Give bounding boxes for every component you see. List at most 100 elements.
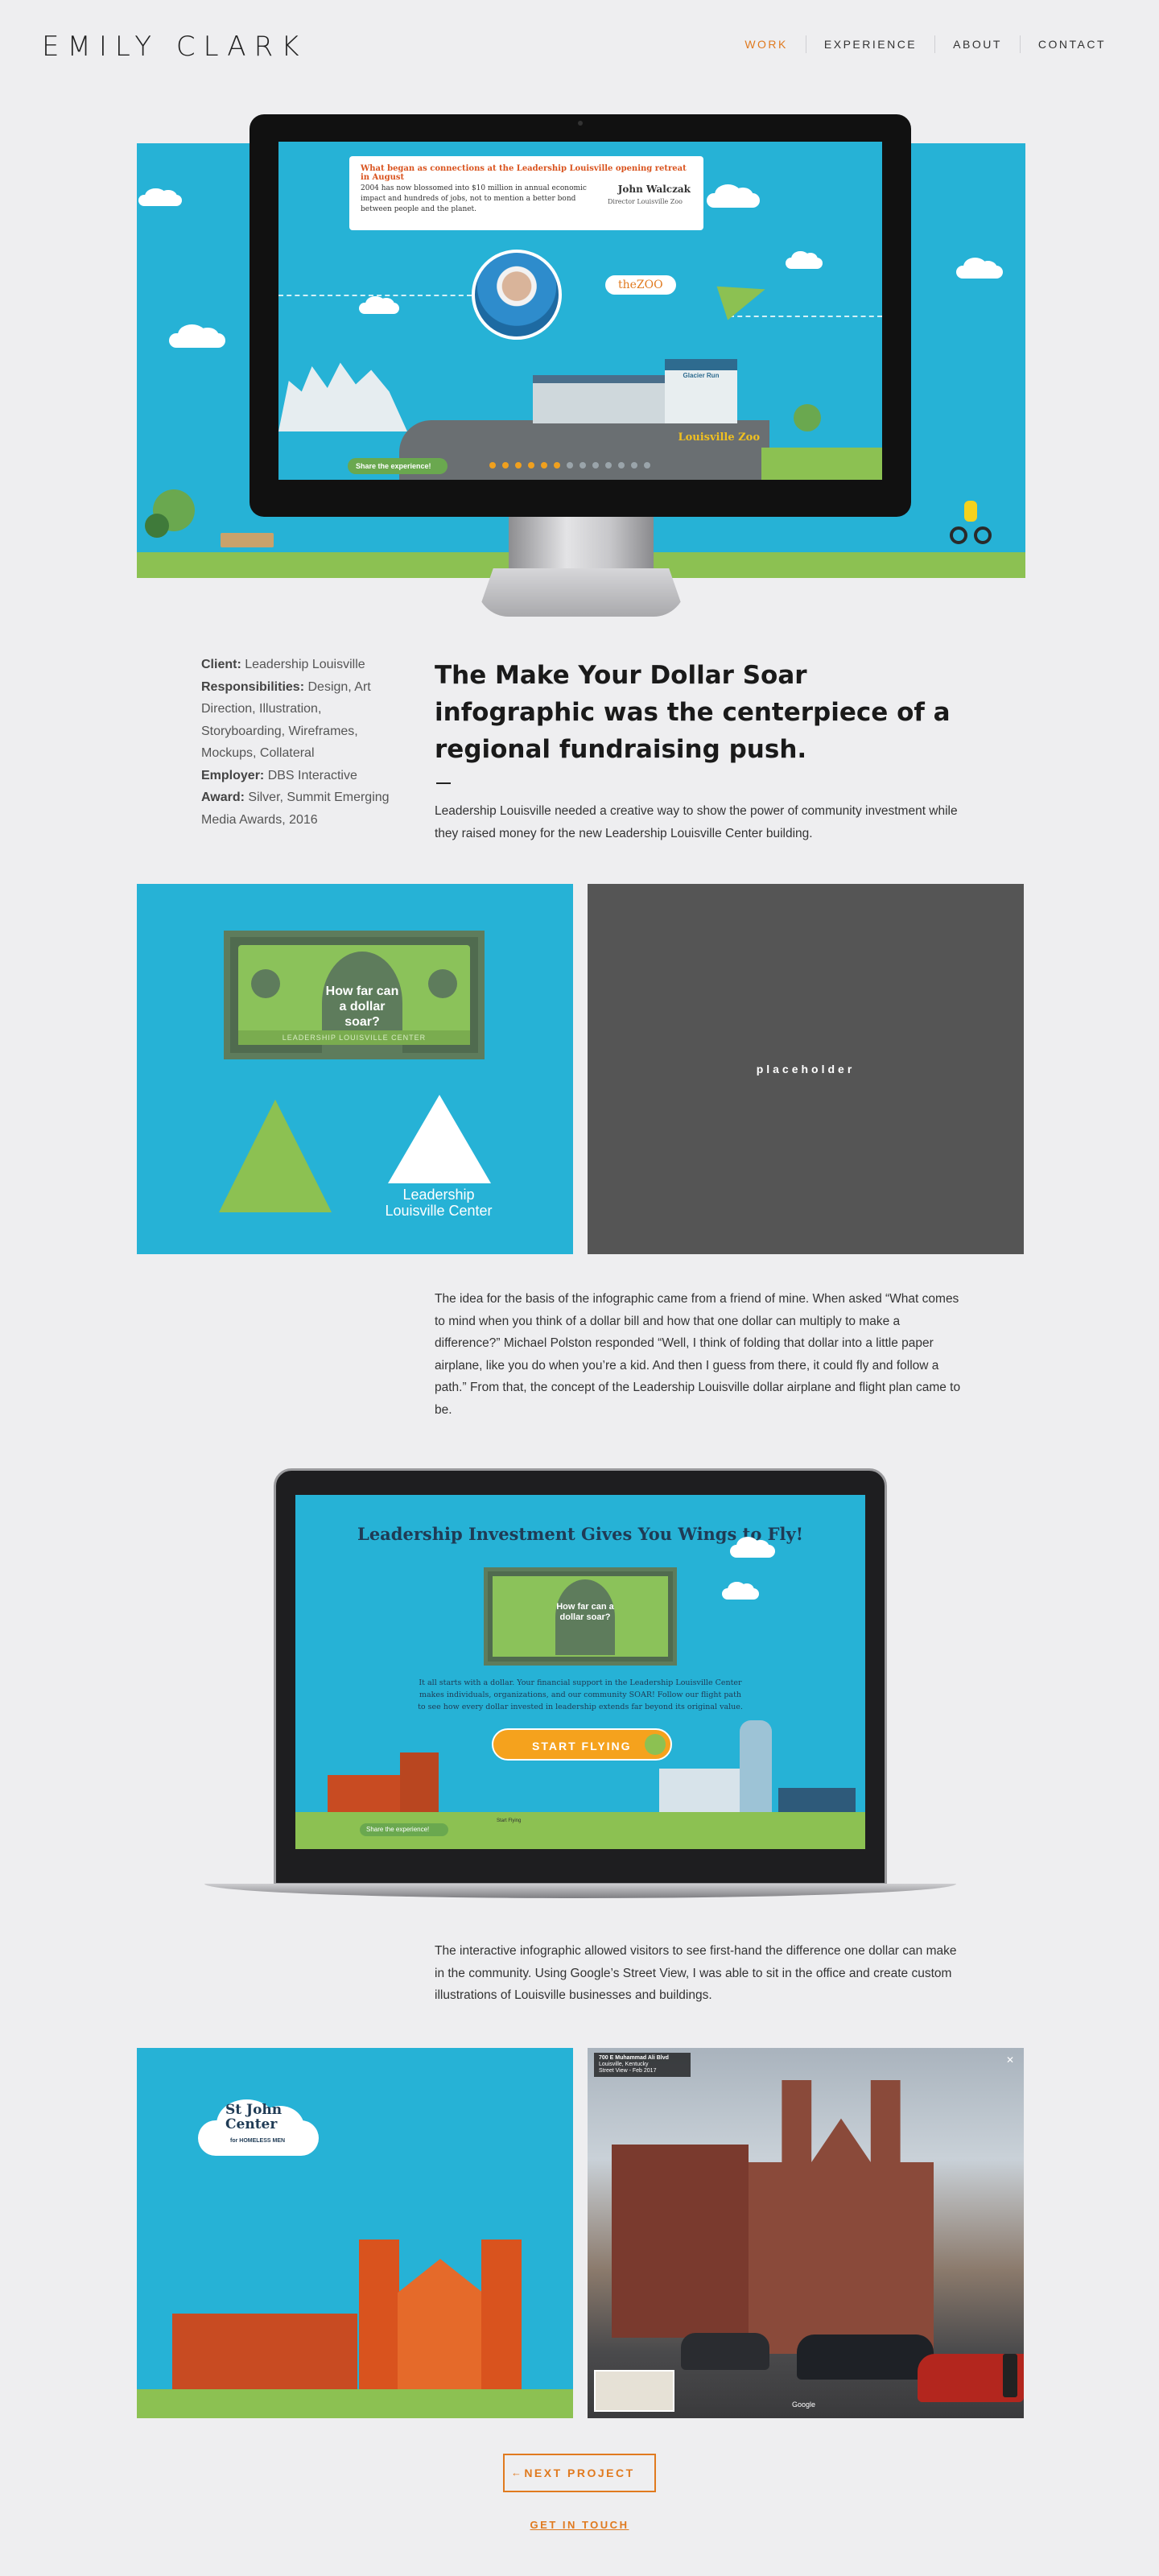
stjohn-tagline: for HOMELESS MEN bbox=[230, 2138, 286, 2144]
glacier-building: Glacier Run bbox=[665, 359, 737, 423]
nav-experience[interactable]: EXPERIENCE bbox=[805, 35, 934, 53]
paper-plane-icon bbox=[645, 1734, 666, 1755]
zoo-label: Louisville Zoo bbox=[678, 431, 760, 444]
nav-work[interactable]: WORK bbox=[727, 35, 806, 53]
progress-dot[interactable] bbox=[592, 462, 599, 469]
streetview-city: Louisville, Kentucky bbox=[599, 2062, 649, 2067]
get-in-touch-link[interactable]: GET IN TOUCH bbox=[530, 2519, 629, 2531]
church-photo bbox=[749, 2080, 934, 2354]
start-flying-button[interactable]: START FLYING bbox=[492, 1728, 672, 1761]
start-flying-small: Start Flying bbox=[497, 1818, 522, 1823]
progress-dot[interactable] bbox=[489, 462, 496, 469]
progress-dot[interactable] bbox=[541, 462, 547, 469]
zoom-control[interactable] bbox=[1003, 2354, 1017, 2397]
flight-path bbox=[278, 295, 472, 296]
cyclist-icon bbox=[950, 496, 992, 544]
streetview-panel: 700 E Muhammad Ali Blvd Louisville, Kent… bbox=[588, 2048, 1024, 2418]
brick-building bbox=[172, 2314, 357, 2389]
share-button[interactable]: Share the experience! bbox=[348, 458, 448, 474]
person-avatar bbox=[472, 250, 562, 340]
cloud bbox=[359, 295, 399, 314]
dollar-bill-panel: How far can a dollar soar? LEADERSHIP LO… bbox=[137, 884, 573, 1254]
streetview-info: 700 E Muhammad Ali Blvd Louisville, Kent… bbox=[594, 2053, 691, 2077]
nav-about[interactable]: ABOUT bbox=[934, 35, 1020, 53]
cloud bbox=[722, 1581, 759, 1600]
cloud bbox=[707, 184, 760, 208]
progress-dot[interactable] bbox=[605, 462, 612, 469]
stjohn-name: St John Center bbox=[225, 2102, 283, 2132]
tree-icon bbox=[145, 514, 169, 538]
desktop-monitor: What began as connections at the Leaders… bbox=[250, 114, 911, 517]
laptop-base bbox=[204, 1884, 956, 1898]
progress-dot[interactable] bbox=[554, 462, 560, 469]
employer-label: Employer: bbox=[201, 768, 265, 782]
progress-dot[interactable] bbox=[618, 462, 625, 469]
client-value: Leadership Louisville bbox=[245, 658, 365, 671]
car bbox=[681, 2333, 769, 2370]
tree-icon bbox=[794, 404, 821, 431]
responsibilities-label: Responsibilities: bbox=[201, 679, 305, 694]
laptop-title: Leadership Investment Gives You Wings to… bbox=[357, 1524, 803, 1544]
cloud bbox=[138, 188, 182, 206]
monitor-screen: What began as connections at the Leaders… bbox=[278, 142, 882, 480]
camera-icon bbox=[578, 121, 583, 126]
zoo-badge[interactable]: theZOO bbox=[605, 275, 676, 295]
intro-paragraph: Leadership Louisville needed a creative … bbox=[435, 804, 958, 840]
close-icon[interactable]: ✕ bbox=[1006, 2054, 1014, 2066]
church-tower bbox=[359, 2240, 399, 2389]
client-label: Client: bbox=[201, 658, 241, 671]
progress-dot[interactable] bbox=[580, 462, 586, 469]
progress-dot[interactable] bbox=[502, 462, 509, 469]
llc-name: Leadership Louisville Center bbox=[385, 1187, 493, 1219]
bench-icon bbox=[221, 533, 274, 547]
divider bbox=[436, 782, 451, 784]
cloud bbox=[956, 258, 1003, 279]
quote-person: John Walczak bbox=[617, 184, 691, 195]
minimap[interactable] bbox=[594, 2370, 674, 2412]
award-label: Award: bbox=[201, 791, 245, 804]
next-project-label: NEXT PROJECT bbox=[524, 2467, 635, 2479]
church-facade bbox=[398, 2259, 483, 2389]
quote-card: What began as connections at the Leaders… bbox=[349, 156, 703, 230]
bill-strip: LEADERSHIP LOUISVILLE CENTER bbox=[238, 1030, 470, 1045]
car bbox=[797, 2334, 934, 2380]
iceberg bbox=[278, 362, 407, 431]
placeholder-panel: placeholder bbox=[588, 884, 1024, 1254]
project-headline: The Make Your Dollar Soar infographic wa… bbox=[435, 661, 951, 764]
streetview-address: 700 E Muhammad Ali Blvd bbox=[599, 2055, 669, 2061]
main-nav: WORK EXPERIENCE ABOUT CONTACT bbox=[727, 35, 1124, 53]
church-tower bbox=[481, 2240, 522, 2389]
stjohn-panel: St John Center for HOMELESS MEN bbox=[137, 2048, 573, 2418]
paper-plane-icon bbox=[716, 272, 771, 320]
progress-dot[interactable] bbox=[644, 462, 650, 469]
quote-body: 2004 has now blossomed into $10 million … bbox=[361, 184, 587, 213]
dollar-bill: How far can a dollar soar? LEADERSHIP LO… bbox=[224, 931, 485, 1059]
laptop-share-button[interactable]: Share the experience! bbox=[360, 1823, 448, 1836]
next-project-button[interactable]: ← NEXT PROJECT bbox=[503, 2454, 656, 2492]
llc-logo-icon bbox=[388, 1095, 491, 1183]
cloud bbox=[786, 250, 823, 269]
progress-dot[interactable] bbox=[631, 462, 637, 469]
progress-dot[interactable] bbox=[515, 462, 522, 469]
monitor-foot bbox=[476, 568, 686, 617]
employer-value: DBS Interactive bbox=[267, 768, 357, 782]
zoo-building bbox=[533, 375, 686, 423]
glass-building bbox=[659, 1769, 743, 1812]
seal-icon bbox=[428, 969, 457, 998]
progress-dot[interactable] bbox=[528, 462, 534, 469]
progress-dot[interactable] bbox=[567, 462, 573, 469]
story-paragraph: The idea for the basis of the infographi… bbox=[435, 1292, 961, 1417]
nav-contact[interactable]: CONTACT bbox=[1019, 35, 1124, 53]
brick-building bbox=[328, 1775, 400, 1812]
seal-icon bbox=[251, 969, 280, 998]
tower-building bbox=[740, 1720, 772, 1812]
site-logo[interactable]: EMILY CLARK bbox=[42, 31, 307, 63]
start-flying-label: START FLYING bbox=[532, 1740, 632, 1752]
quote-heading: What began as connections at the Leaders… bbox=[361, 164, 687, 182]
brick-building bbox=[400, 1752, 439, 1812]
flight-path bbox=[729, 316, 882, 317]
quote-role: Director Louisville Zoo bbox=[607, 198, 683, 205]
glacier-label: Glacier Run bbox=[683, 372, 720, 379]
laptop-mockup: Leadership Investment Gives You Wings to… bbox=[274, 1468, 887, 1885]
laptop-bill-oval: How far can a dollar soar? bbox=[555, 1579, 615, 1655]
